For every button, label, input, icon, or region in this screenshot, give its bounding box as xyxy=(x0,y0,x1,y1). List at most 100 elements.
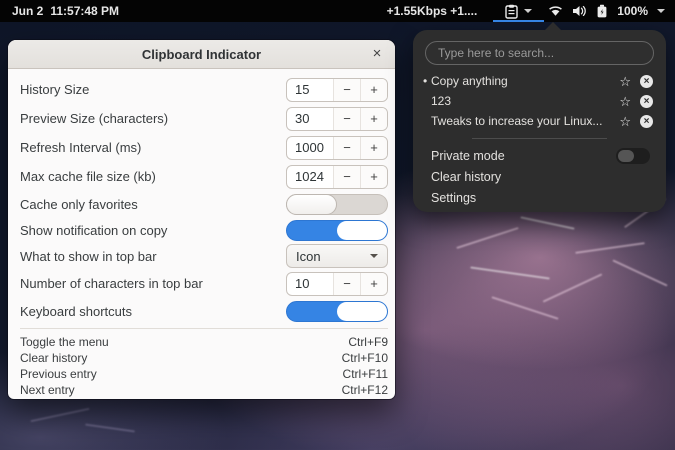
spin-value[interactable]: 30 xyxy=(287,108,333,130)
system-menu-button[interactable]: 100% xyxy=(544,0,675,22)
favorite-star-icon[interactable]: ☆ xyxy=(619,95,631,108)
chevron-down-icon xyxy=(524,9,533,13)
close-button[interactable]: × xyxy=(368,45,386,63)
spin-decrement-button[interactable]: − xyxy=(333,272,360,295)
clear-history-label: Clear history xyxy=(431,169,502,184)
favorite-star-icon[interactable]: ☆ xyxy=(619,115,631,128)
setting-label: Keyboard shortcuts xyxy=(20,303,133,319)
remove-item-icon[interactable]: × xyxy=(640,74,653,88)
clipboard-item-label: 123 xyxy=(431,94,452,108)
settings-window: Clipboard Indicator × History Size 15 − … xyxy=(8,40,395,399)
menu-item-clear-history[interactable]: Clear history xyxy=(413,166,666,187)
spin-decrement-button[interactable]: − xyxy=(333,136,360,159)
mesh-line xyxy=(456,227,519,249)
setting-label: Refresh Interval (ms) xyxy=(20,140,142,155)
switch-knob xyxy=(618,149,634,162)
remove-item-icon[interactable]: × xyxy=(640,114,653,128)
setting-row: Keyboard shortcuts xyxy=(20,298,388,324)
clock-button[interactable]: Jun 2 11:57:48 PM xyxy=(0,0,119,22)
setting-label: History Size xyxy=(20,82,90,97)
clipboard-item[interactable]: 123 ☆ × xyxy=(413,91,666,111)
clipboard-item[interactable]: • Copy anything ☆ × xyxy=(413,71,666,91)
spin-increment-button[interactable]: + xyxy=(360,78,387,101)
private-mode-switch[interactable] xyxy=(616,147,650,164)
desktop: Jun 2 11:57:48 PM +1.55Kbps +1.... 100% … xyxy=(0,0,675,450)
spinbutton: 10 − + xyxy=(286,271,388,296)
top-bar-right: +1.55Kbps +1.... 100% xyxy=(387,0,675,22)
setting-label: Number of characters in top bar xyxy=(20,276,203,291)
spin-decrement-button[interactable]: − xyxy=(333,107,360,130)
mesh-line xyxy=(30,407,90,423)
window-title: Clipboard Indicator xyxy=(141,46,262,62)
setting-row: Show notification on copy xyxy=(20,217,388,243)
clipboard-indicator-button[interactable] xyxy=(493,0,545,22)
menu-item-settings[interactable]: Settings xyxy=(413,187,666,208)
spin-decrement-button[interactable]: − xyxy=(333,78,360,101)
shortcuts-section: Toggle the menu Ctrl+F9 Clear history Ct… xyxy=(20,328,388,398)
setting-row: Refresh Interval (ms) 1000 − + xyxy=(20,133,388,162)
clipboard-item-label: Tweaks to increase your Linux... xyxy=(431,114,603,128)
setting-label: Max cache file size (kb) xyxy=(20,169,156,184)
favorite-star-icon[interactable]: ☆ xyxy=(619,75,631,88)
shortcut-row: Clear history Ctrl+F10 xyxy=(20,350,388,366)
show-notification-switch[interactable] xyxy=(286,219,388,241)
shortcut-row: Toggle the menu Ctrl+F9 xyxy=(20,334,388,350)
spin-increment-button[interactable]: + xyxy=(360,136,387,159)
search-input[interactable] xyxy=(425,41,654,65)
spin-increment-button[interactable]: + xyxy=(360,107,387,130)
spin-value[interactable]: 10 xyxy=(287,273,333,295)
cache-only-favorites-switch[interactable] xyxy=(286,193,388,215)
window-titlebar[interactable]: Clipboard Indicator × xyxy=(8,40,395,69)
spinbutton: 15 − + xyxy=(286,77,388,102)
mesh-line xyxy=(612,259,668,287)
spin-value[interactable]: 1000 xyxy=(287,137,333,159)
shortcut-row: Next entry Ctrl+F12 xyxy=(20,382,388,398)
remove-item-icon[interactable]: × xyxy=(640,94,653,108)
selected-bullet: • xyxy=(423,74,428,88)
spin-value[interactable]: 1024 xyxy=(287,166,333,188)
mesh-line xyxy=(520,216,575,230)
clipboard-icon xyxy=(505,4,518,19)
switch-knob xyxy=(337,220,387,240)
mesh-line xyxy=(542,273,603,303)
spin-increment-button[interactable]: + xyxy=(360,165,387,188)
menu-item-private-mode[interactable]: Private mode xyxy=(413,145,666,166)
clipboard-item-label: Copy anything xyxy=(431,74,508,88)
panel-arrow xyxy=(544,22,562,31)
settings-label: Settings xyxy=(431,190,477,205)
menu-separator xyxy=(472,138,607,139)
spin-value[interactable]: 15 xyxy=(287,79,333,101)
clipboard-item[interactable]: Tweaks to increase your Linux... ☆ × xyxy=(413,111,666,131)
shortcut-key: Ctrl+F10 xyxy=(341,351,388,365)
shortcut-key: Ctrl+F11 xyxy=(342,367,388,381)
settings-body: History Size 15 − + Preview Size (charac… xyxy=(8,69,395,398)
shortcut-label: Toggle the menu xyxy=(20,335,109,349)
dropdown-value: Icon xyxy=(296,248,321,264)
keyboard-shortcuts-switch[interactable] xyxy=(286,300,388,322)
clipboard-menu-panel: • Copy anything ☆ × 123 ☆ × Tweaks to in… xyxy=(413,22,666,212)
spinbutton: 30 − + xyxy=(286,106,388,131)
switch-knob xyxy=(286,193,337,215)
network-speed: +1.55Kbps +1.... xyxy=(386,4,478,18)
top-bar: Jun 2 11:57:48 PM +1.55Kbps +1.... 100% xyxy=(0,0,675,22)
battery-icon xyxy=(596,4,608,18)
shortcut-label: Next entry xyxy=(20,383,75,397)
private-mode-label: Private mode xyxy=(431,148,505,163)
battery-percent: 100% xyxy=(617,4,648,18)
dropdown-caret-icon xyxy=(370,254,378,258)
spinbutton: 1024 − + xyxy=(286,164,388,189)
wifi-icon xyxy=(548,5,563,17)
spin-increment-button[interactable]: + xyxy=(360,272,387,295)
top-bar-display-dropdown[interactable]: Icon xyxy=(286,244,388,268)
mesh-line xyxy=(575,242,645,254)
setting-row: Preview Size (characters) 30 − + xyxy=(20,104,388,133)
setting-row: Cache only favorites xyxy=(20,191,388,217)
shortcut-label: Previous entry xyxy=(20,367,97,381)
setting-row: What to show in top bar Icon xyxy=(20,243,388,269)
setting-label: Show notification on copy xyxy=(20,222,168,238)
spin-decrement-button[interactable]: − xyxy=(333,165,360,188)
chevron-down-icon xyxy=(657,9,665,13)
volume-icon xyxy=(572,5,587,17)
clock-time: 11:57:48 PM xyxy=(50,4,120,18)
shortcut-row: Previous entry Ctrl+F11 xyxy=(20,366,388,382)
